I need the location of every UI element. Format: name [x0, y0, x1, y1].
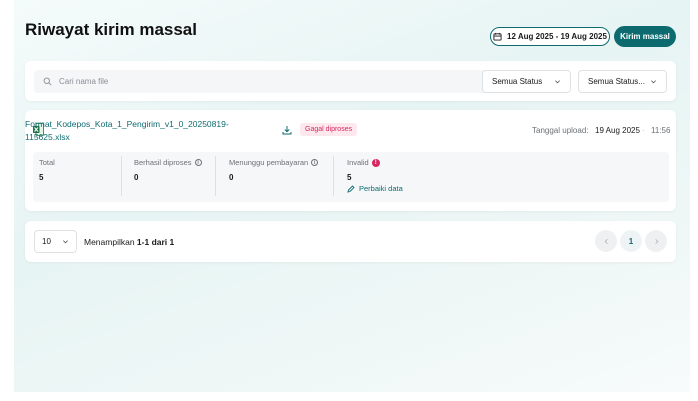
stat-pending: Menunggu pembayaran i 0 — [229, 158, 319, 182]
upload-separator: · — [642, 126, 645, 135]
search-placeholder: Cari nama file — [59, 77, 109, 86]
divider — [333, 156, 334, 196]
next-page-button[interactable] — [645, 230, 667, 252]
stat-total-value: 5 — [39, 173, 44, 182]
stat-success: Berhasil diproses i 0 — [134, 158, 202, 182]
page-title: Riwayat kirim massal — [25, 20, 197, 39]
prev-page-button[interactable] — [595, 230, 617, 252]
download-button[interactable] — [280, 123, 293, 136]
download-icon — [282, 125, 291, 134]
divider — [215, 156, 216, 196]
file-name-link[interactable]: Format_Kodepos_Kota_1_Pengirim_v1_0_2025… — [25, 118, 240, 144]
chevron-down-icon — [651, 80, 656, 84]
upload-date: 19 Aug 2025 — [595, 126, 640, 135]
stat-pending-label: Menunggu pembayaran — [229, 158, 309, 167]
showing-text: Menampilkan 1-1 dari 1 — [84, 237, 174, 247]
stat-invalid-value: 5 — [347, 173, 352, 182]
pagination-bar: 10 Menampilkan 1-1 dari 1 1 — [25, 221, 676, 262]
status-select[interactable]: Semua Status — [482, 70, 571, 93]
per-page-value: 10 — [42, 237, 51, 246]
date-range-picker[interactable]: 12 Aug 2025 - 19 Aug 2025 — [490, 27, 610, 46]
pencil-icon — [347, 184, 355, 193]
stat-success-value: 0 — [134, 173, 139, 182]
stat-success-label: Berhasil diproses — [134, 158, 192, 167]
date-range-text: 12 Aug 2025 - 19 Aug 2025 — [507, 32, 607, 41]
info-icon[interactable]: i — [194, 159, 202, 166]
chevron-down-icon — [555, 80, 560, 84]
upload-date-label: Tanggal upload: — [532, 126, 589, 135]
status-badge: Gagal diproses — [300, 123, 358, 136]
stat-total: Total 5 — [39, 158, 55, 182]
showing-range: 1-1 dari 1 — [136, 237, 175, 247]
stat-invalid: Invalid ! 5 — [347, 158, 380, 182]
page-number-button[interactable]: 1 — [620, 230, 642, 252]
search-icon — [43, 77, 52, 86]
chevron-down-icon — [63, 240, 68, 244]
divider — [121, 156, 122, 196]
chevron-left-icon — [604, 238, 608, 244]
per-page-select[interactable]: 10 — [34, 230, 77, 253]
stat-pending-value: 0 — [229, 173, 234, 182]
chevron-right-icon — [654, 238, 658, 244]
fix-data-link[interactable]: Perbaiki data — [347, 184, 403, 193]
filter-bar: Cari nama file Semua Status Semua Status… — [25, 61, 676, 101]
search-input[interactable]: Cari nama file — [34, 70, 500, 93]
calendar-icon — [493, 32, 502, 41]
status-select-value: Semua Status — [492, 77, 543, 86]
stat-invalid-label: Invalid — [347, 158, 369, 167]
fix-data-label: Perbaiki data — [359, 184, 403, 193]
status-select-2[interactable]: Semua Status... — [578, 70, 667, 93]
status-select-2-value: Semua Status... — [588, 77, 645, 86]
info-icon[interactable]: i — [311, 159, 319, 166]
stat-total-label: Total — [39, 158, 55, 167]
upload-time: 11:56 — [651, 126, 671, 135]
send-bulk-button[interactable]: Kirim massal — [614, 26, 676, 47]
file-stats: Total 5 Berhasil diproses i 0 Menunggu p… — [33, 152, 669, 202]
showing-prefix: Menampilkan — [84, 237, 137, 247]
alert-icon: ! — [371, 158, 380, 167]
